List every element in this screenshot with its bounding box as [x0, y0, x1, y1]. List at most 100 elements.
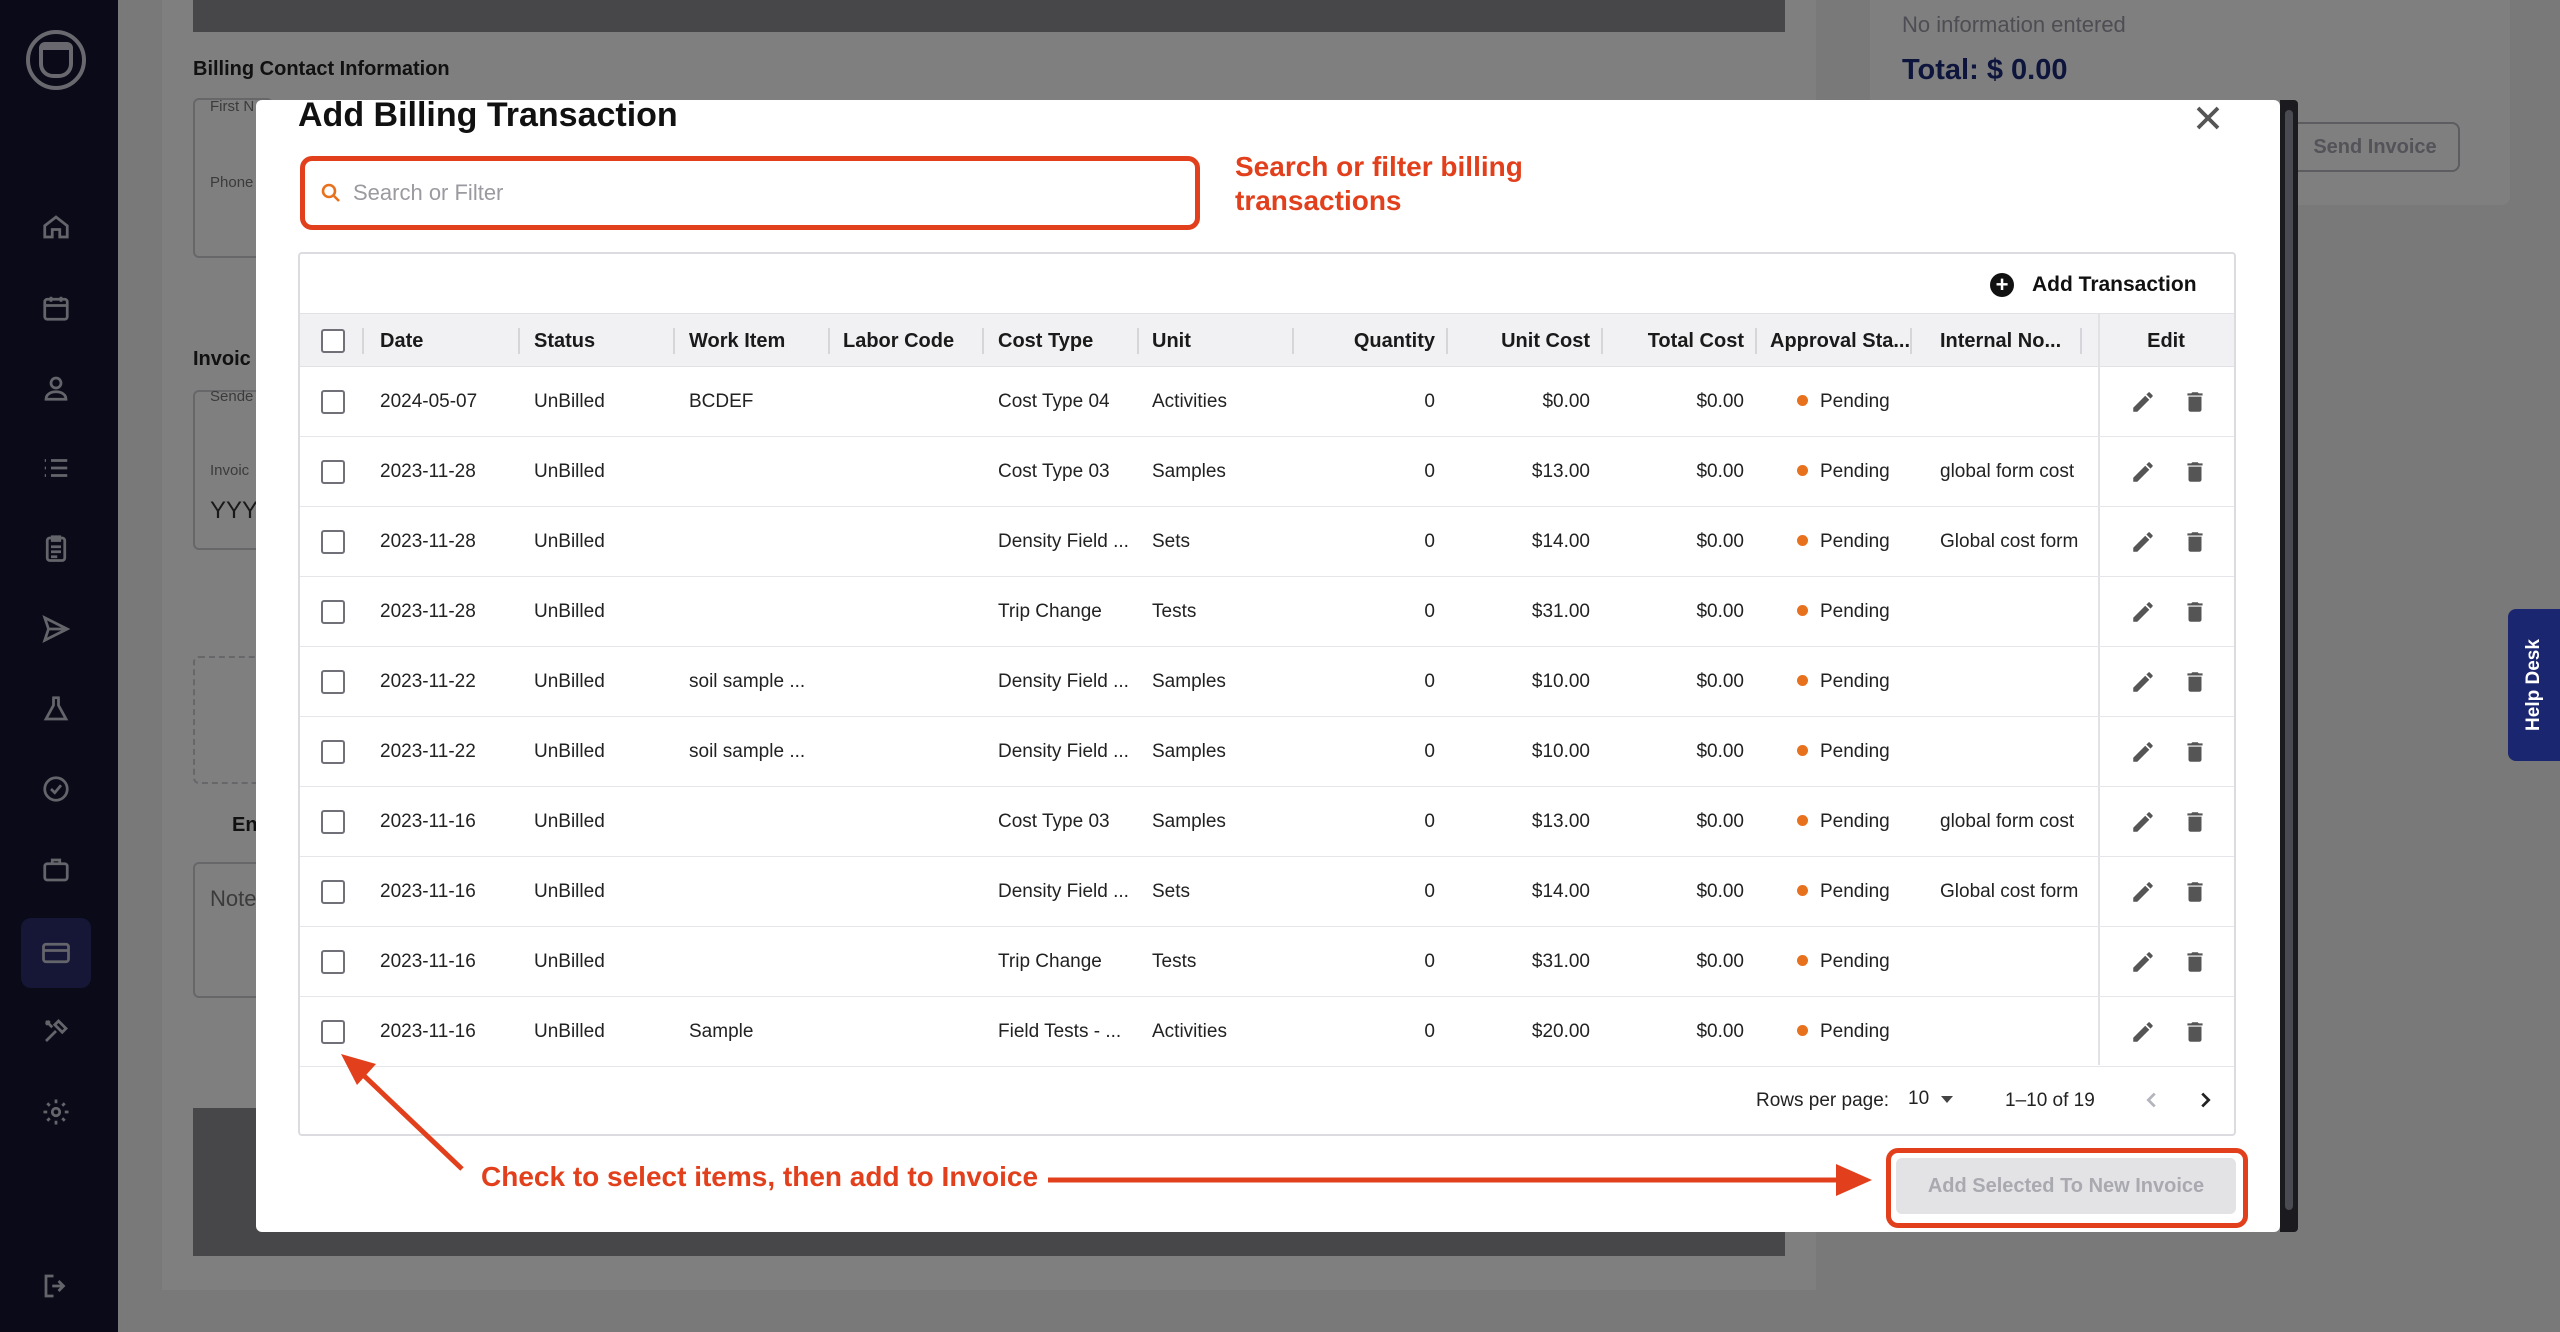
row-checkbox[interactable]: [321, 670, 345, 694]
search-filter-field[interactable]: [300, 156, 1200, 230]
row-checkbox[interactable]: [321, 390, 345, 414]
rows-per-page-select[interactable]: 10: [1908, 1088, 1954, 1110]
select-all-checkbox[interactable]: [321, 329, 345, 353]
column-unit[interactable]: Unit: [1152, 314, 1191, 368]
close-modal-button[interactable]: [2186, 96, 2230, 140]
cell-quantity: 0: [1424, 1021, 1435, 1042]
cell-cost-type: Density Field ...: [998, 531, 1129, 552]
approval-text: Pending: [1820, 811, 1890, 832]
cell-quantity: 0: [1424, 601, 1435, 622]
column-date[interactable]: Date: [380, 314, 423, 368]
help-desk-tab[interactable]: Help Desk: [2508, 609, 2560, 761]
cell-total-cost: $0.00: [1696, 881, 1744, 902]
edit-pencil-icon[interactable]: [2130, 949, 2156, 975]
delete-trash-icon[interactable]: [2182, 389, 2208, 415]
column-cost-type[interactable]: Cost Type: [998, 314, 1093, 368]
delete-trash-icon[interactable]: [2182, 879, 2208, 905]
rows-per-page-label: Rows per page:: [1756, 1090, 1890, 1111]
table-row[interactable]: 2023-11-16 UnBilled Trip Change Tests 0 $31.0…: [300, 927, 2234, 997]
edit-pencil-icon[interactable]: [2130, 599, 2156, 625]
column-labor-code[interactable]: Labor Code: [843, 314, 954, 368]
search-input[interactable]: [353, 180, 1173, 206]
table-row[interactable]: 2023-11-16 UnBilled Sample Field Tests - ..…: [300, 997, 2234, 1067]
edit-pencil-icon[interactable]: [2130, 809, 2156, 835]
cell-unit-cost: $20.00: [1531, 1021, 1590, 1042]
column-total-cost[interactable]: Total Cost: [1610, 314, 1744, 368]
delete-trash-icon[interactable]: [2182, 1019, 2208, 1045]
row-checkbox[interactable]: [321, 1020, 345, 1044]
edit-pencil-icon[interactable]: [2130, 1019, 2156, 1045]
table-row[interactable]: 2023-11-22 UnBilled soil sample ... Density…: [300, 647, 2234, 717]
cell-date: 2023-11-16: [380, 811, 476, 832]
column-status[interactable]: Status: [534, 314, 595, 368]
cell-unit: Activities: [1152, 1021, 1227, 1042]
edit-pencil-icon[interactable]: [2130, 739, 2156, 765]
cell-date: 2024-05-07: [380, 391, 478, 412]
add-transaction-button[interactable]: + Add Transaction: [1990, 270, 2197, 300]
status-dot-icon: [1797, 955, 1808, 966]
edit-pencil-icon[interactable]: [2130, 389, 2156, 415]
cell-date: 2023-11-28: [380, 601, 476, 622]
delete-trash-icon[interactable]: [2182, 599, 2208, 625]
table-row[interactable]: 2024-05-07 UnBilled BCDEF Cost Type 04 Activ…: [300, 367, 2234, 437]
table-row[interactable]: 2023-11-28 UnBilled Cost Type 03 Samples 0 $1…: [300, 437, 2234, 507]
cell-date: 2023-11-22: [380, 671, 476, 692]
status-dot-icon: [1797, 675, 1808, 686]
cell-unit: Samples: [1152, 671, 1226, 692]
table-row[interactable]: 2023-11-22 UnBilled soil sample ... Density…: [300, 717, 2234, 787]
edit-pencil-icon[interactable]: [2130, 529, 2156, 555]
delete-trash-icon[interactable]: [2182, 529, 2208, 555]
row-checkbox[interactable]: [321, 880, 345, 904]
column-internal-notes[interactable]: Internal No...: [1940, 314, 2061, 368]
cell-approval-status: Pending: [1797, 857, 1890, 927]
edit-pencil-icon[interactable]: [2130, 459, 2156, 485]
column-unit-cost[interactable]: Unit Cost: [1454, 314, 1590, 368]
approval-text: Pending: [1820, 601, 1890, 622]
edit-pencil-icon[interactable]: [2130, 879, 2156, 905]
delete-trash-icon[interactable]: [2182, 949, 2208, 975]
close-icon: [2196, 106, 2220, 130]
cell-cost-type: Cost Type 03: [998, 811, 1110, 832]
cell-unit-cost: $0.00: [1542, 391, 1590, 412]
column-work-item[interactable]: Work Item: [689, 314, 785, 368]
cell-date: 2023-11-16: [380, 1021, 476, 1042]
row-checkbox[interactable]: [321, 600, 345, 624]
next-page-button[interactable]: [2190, 1085, 2220, 1115]
cell-status: UnBilled: [534, 741, 605, 762]
cell-approval-status: Pending: [1797, 437, 1890, 507]
cell-cost-type: Trip Change: [998, 601, 1102, 622]
delete-trash-icon[interactable]: [2182, 739, 2208, 765]
table-row[interactable]: 2023-11-28 UnBilled Density Field ... Sets 0…: [300, 507, 2234, 577]
cell-work-item: soil sample ...: [689, 671, 806, 692]
row-checkbox[interactable]: [321, 950, 345, 974]
row-checkbox[interactable]: [321, 810, 345, 834]
cell-approval-status: Pending: [1797, 787, 1890, 857]
cell-unit: Sets: [1152, 531, 1191, 552]
table-row[interactable]: 2023-11-16 UnBilled Density Field ... Sets 0…: [300, 857, 2234, 927]
column-approval-status[interactable]: Approval Sta...: [1770, 314, 1910, 368]
cell-date: 2023-11-16: [380, 951, 476, 972]
cell-unit-cost: $10.00: [1531, 671, 1590, 692]
delete-trash-icon[interactable]: [2182, 459, 2208, 485]
table-row[interactable]: 2023-11-28 UnBilled Trip Change Tests 0 $31.0…: [300, 577, 2234, 647]
row-checkbox[interactable]: [321, 530, 345, 554]
select-annotation: Check to select items, then add to Invoi…: [481, 1161, 1039, 1192]
table-row[interactable]: 2023-11-16 UnBilled Cost Type 03 Samples 0 $1…: [300, 787, 2234, 857]
cell-unit: Samples: [1152, 741, 1226, 762]
add-selected-to-new-invoice-button[interactable]: Add Selected To New Invoice: [1896, 1158, 2236, 1214]
column-quantity[interactable]: Quantity: [1301, 314, 1435, 368]
cell-total-cost: $0.00: [1696, 461, 1744, 482]
delete-trash-icon[interactable]: [2182, 669, 2208, 695]
cell-total-cost: $0.00: [1696, 951, 1744, 972]
search-annotation: Search or filter billing transactions: [1235, 150, 1523, 218]
delete-trash-icon[interactable]: [2182, 809, 2208, 835]
cell-unit-cost: $14.00: [1531, 531, 1590, 552]
row-checkbox[interactable]: [321, 740, 345, 764]
cell-status: UnBilled: [534, 671, 605, 692]
modal-scrollbar[interactable]: [2280, 100, 2298, 1232]
edit-pencil-icon[interactable]: [2130, 669, 2156, 695]
cell-status: UnBilled: [534, 1021, 605, 1042]
cell-work-item: BCDEF: [689, 391, 754, 412]
previous-page-button[interactable]: [2137, 1085, 2167, 1115]
row-checkbox[interactable]: [321, 460, 345, 484]
